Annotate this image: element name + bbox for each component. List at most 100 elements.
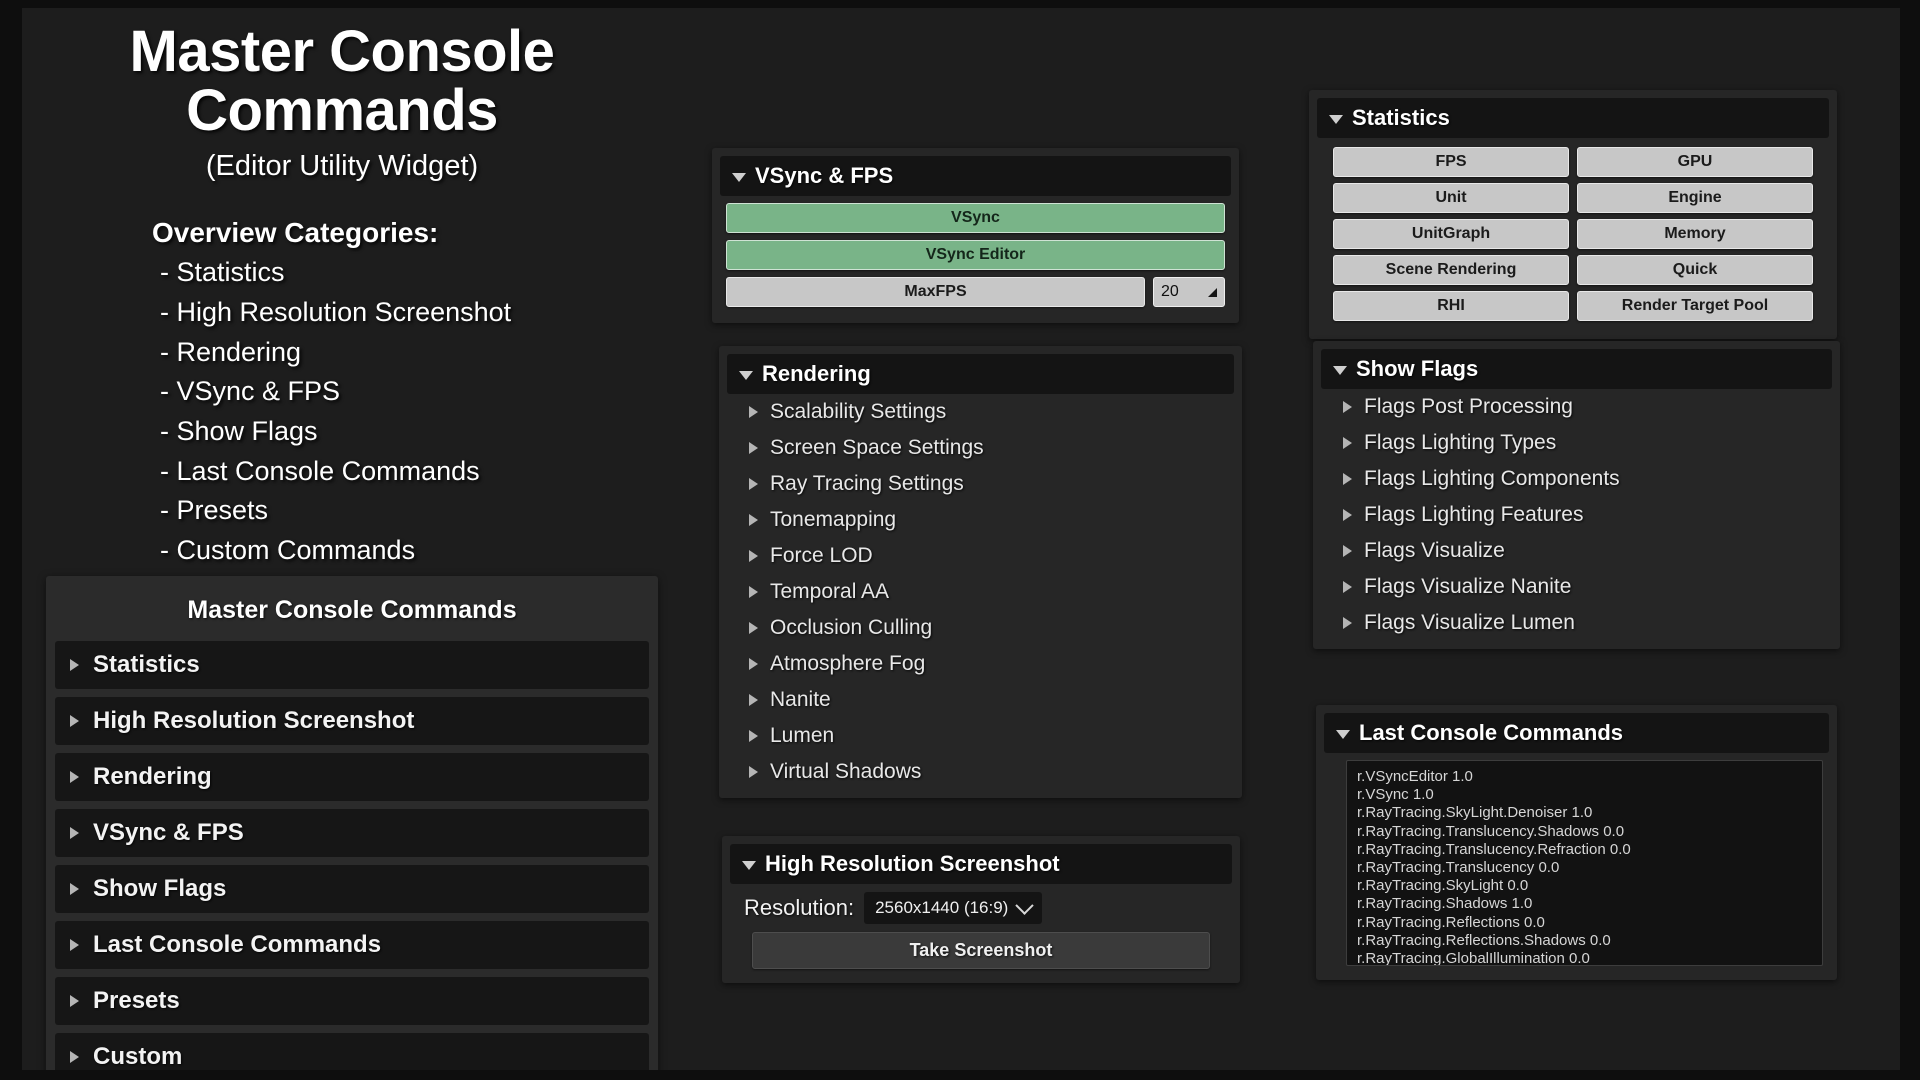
vsync-row: VSync bbox=[726, 203, 1225, 233]
resolution-select[interactable]: 2560x1440 (16:9) bbox=[864, 892, 1042, 924]
show-flags-item-visualize-lumen[interactable]: Flags Visualize Lumen bbox=[1321, 605, 1832, 641]
drag-handle-icon[interactable] bbox=[1208, 288, 1217, 297]
accordion-item-last-console-commands[interactable]: Last Console Commands bbox=[55, 921, 649, 969]
high-resolution-screenshot-panel-title: High Resolution Screenshot bbox=[765, 851, 1060, 877]
chevron-right-icon bbox=[70, 771, 79, 783]
chevron-right-icon bbox=[1343, 401, 1352, 413]
rendering-item-lumen[interactable]: Lumen bbox=[727, 718, 1234, 754]
rendering-item-label: Lumen bbox=[770, 724, 834, 748]
chevron-right-icon bbox=[749, 658, 758, 670]
chevron-right-icon bbox=[70, 715, 79, 727]
vsync-fps-panel-header[interactable]: VSync & FPS bbox=[720, 156, 1231, 196]
rendering-item-occlusion-culling[interactable]: Occlusion Culling bbox=[727, 610, 1234, 646]
accordion-item-label: Show Flags bbox=[93, 875, 226, 903]
accordion-item-presets[interactable]: Presets bbox=[55, 977, 649, 1025]
rendering-item-tonemapping[interactable]: Tonemapping bbox=[727, 502, 1234, 538]
stat-fps-button[interactable]: FPS bbox=[1333, 147, 1569, 177]
statistics-panel-header[interactable]: Statistics bbox=[1317, 98, 1829, 138]
show-flags-item-label: Flags Visualize Lumen bbox=[1364, 611, 1575, 635]
stat-scene-rendering-button[interactable]: Scene Rendering bbox=[1333, 255, 1569, 285]
show-flags-item-lighting-features[interactable]: Flags Lighting Features bbox=[1321, 497, 1832, 533]
maxfps-input[interactable]: 20 bbox=[1153, 277, 1225, 307]
overview-item: - Custom Commands bbox=[152, 531, 662, 571]
stat-memory-button[interactable]: Memory bbox=[1577, 219, 1813, 249]
rendering-panel: Rendering Scalability Settings Screen Sp… bbox=[719, 346, 1242, 798]
accordion-item-label: Rendering bbox=[93, 763, 212, 791]
chevron-down-icon bbox=[1336, 730, 1350, 739]
console-log-line: r.RayTracing.Shadows 1.0 bbox=[1357, 895, 1812, 913]
rendering-item-nanite[interactable]: Nanite bbox=[727, 682, 1234, 718]
show-flags-item-visualize-nanite[interactable]: Flags Visualize Nanite bbox=[1321, 569, 1832, 605]
console-log-output[interactable]: r.VSyncEditor 1.0 r.VSync 1.0 r.RayTraci… bbox=[1346, 760, 1823, 966]
console-log-line: r.RayTracing.Reflections.Shadows 0.0 bbox=[1357, 932, 1812, 950]
overview-item: - High Resolution Screenshot bbox=[152, 293, 662, 333]
stat-quick-button[interactable]: Quick bbox=[1577, 255, 1813, 285]
rendering-item-label: Nanite bbox=[770, 688, 831, 712]
rendering-item-label: Force LOD bbox=[770, 544, 873, 568]
console-log-line: r.VSyncEditor 1.0 bbox=[1357, 768, 1812, 786]
high-resolution-screenshot-panel-header[interactable]: High Resolution Screenshot bbox=[730, 844, 1232, 884]
show-flags-item-lighting-components[interactable]: Flags Lighting Components bbox=[1321, 461, 1832, 497]
vsync-fps-panel: VSync & FPS VSync VSync Editor MaxFPS 20 bbox=[712, 148, 1239, 323]
vsync-fps-panel-body: VSync VSync Editor MaxFPS 20 bbox=[720, 196, 1231, 315]
stat-rhi-button[interactable]: RHI bbox=[1333, 291, 1569, 321]
show-flags-item-post-processing[interactable]: Flags Post Processing bbox=[1321, 389, 1832, 425]
rendering-item-force-lod[interactable]: Force LOD bbox=[727, 538, 1234, 574]
rendering-panel-header[interactable]: Rendering bbox=[727, 354, 1234, 394]
maxfps-row: MaxFPS 20 bbox=[726, 277, 1225, 307]
stat-unitgraph-button[interactable]: UnitGraph bbox=[1333, 219, 1569, 249]
console-log-line: r.VSync 1.0 bbox=[1357, 786, 1812, 804]
stat-engine-button[interactable]: Engine bbox=[1577, 183, 1813, 213]
rendering-item-virtual-shadows[interactable]: Virtual Shadows bbox=[727, 754, 1234, 790]
chevron-right-icon bbox=[1343, 545, 1352, 557]
show-flags-item-label: Flags Post Processing bbox=[1364, 395, 1573, 419]
accordion-item-statistics[interactable]: Statistics bbox=[55, 641, 649, 689]
statistics-panel: Statistics FPS GPU Unit Engine UnitGraph… bbox=[1309, 90, 1837, 339]
chevron-right-icon bbox=[70, 659, 79, 671]
chevron-right-icon bbox=[749, 622, 758, 634]
accordion-item-rendering[interactable]: Rendering bbox=[55, 753, 649, 801]
accordion-item-vsync-fps[interactable]: VSync & FPS bbox=[55, 809, 649, 857]
stat-gpu-button[interactable]: GPU bbox=[1577, 147, 1813, 177]
chevron-right-icon bbox=[70, 1051, 79, 1063]
statistics-button-grid: FPS GPU Unit Engine UnitGraph Memory Sce… bbox=[1317, 138, 1829, 331]
show-flags-item-label: Flags Lighting Features bbox=[1364, 503, 1583, 527]
chevron-right-icon bbox=[70, 995, 79, 1007]
rendering-item-scalability-settings[interactable]: Scalability Settings bbox=[727, 394, 1234, 430]
rendering-item-atmosphere-fog[interactable]: Atmosphere Fog bbox=[727, 646, 1234, 682]
chevron-right-icon bbox=[70, 939, 79, 951]
vsync-editor-toggle-button[interactable]: VSync Editor bbox=[726, 240, 1225, 270]
console-log-line: r.RayTracing.Translucency.Shadows 0.0 bbox=[1357, 823, 1812, 841]
accordion-item-custom[interactable]: Custom bbox=[55, 1033, 649, 1070]
show-flags-item-lighting-types[interactable]: Flags Lighting Types bbox=[1321, 425, 1832, 461]
take-screenshot-button[interactable]: Take Screenshot bbox=[752, 932, 1210, 969]
accordion-item-label: Presets bbox=[93, 987, 180, 1015]
rendering-item-label: Screen Space Settings bbox=[770, 436, 984, 460]
last-console-commands-panel-title: Last Console Commands bbox=[1359, 720, 1623, 746]
show-flags-panel-header[interactable]: Show Flags bbox=[1321, 349, 1832, 389]
maxfps-button[interactable]: MaxFPS bbox=[726, 277, 1145, 307]
overview-item: - Presets bbox=[152, 491, 662, 531]
rendering-item-label: Temporal AA bbox=[770, 580, 889, 604]
statistics-panel-title: Statistics bbox=[1352, 105, 1450, 131]
page-title-line-1: Master Console bbox=[62, 22, 622, 81]
stat-render-target-pool-button[interactable]: Render Target Pool bbox=[1577, 291, 1813, 321]
console-log-line: r.RayTracing.SkyLight.Denoiser 1.0 bbox=[1357, 804, 1812, 822]
accordion-item-label: VSync & FPS bbox=[93, 819, 244, 847]
chevron-right-icon bbox=[1343, 509, 1352, 521]
chevron-right-icon bbox=[749, 514, 758, 526]
vsync-fps-panel-title: VSync & FPS bbox=[755, 163, 893, 189]
last-console-commands-panel-header[interactable]: Last Console Commands bbox=[1324, 713, 1829, 753]
console-log-line: r.RayTracing.SkyLight 0.0 bbox=[1357, 877, 1812, 895]
rendering-item-screen-space-settings[interactable]: Screen Space Settings bbox=[727, 430, 1234, 466]
rendering-item-ray-tracing-settings[interactable]: Ray Tracing Settings bbox=[727, 466, 1234, 502]
show-flags-item-label: Flags Visualize bbox=[1364, 539, 1505, 563]
accordion-item-high-resolution-screenshot[interactable]: High Resolution Screenshot bbox=[55, 697, 649, 745]
show-flags-item-visualize[interactable]: Flags Visualize bbox=[1321, 533, 1832, 569]
vsync-toggle-button[interactable]: VSync bbox=[726, 203, 1225, 233]
rendering-item-label: Scalability Settings bbox=[770, 400, 946, 424]
rendering-item-label: Tonemapping bbox=[770, 508, 896, 532]
stat-unit-button[interactable]: Unit bbox=[1333, 183, 1569, 213]
accordion-item-show-flags[interactable]: Show Flags bbox=[55, 865, 649, 913]
rendering-item-temporal-aa[interactable]: Temporal AA bbox=[727, 574, 1234, 610]
